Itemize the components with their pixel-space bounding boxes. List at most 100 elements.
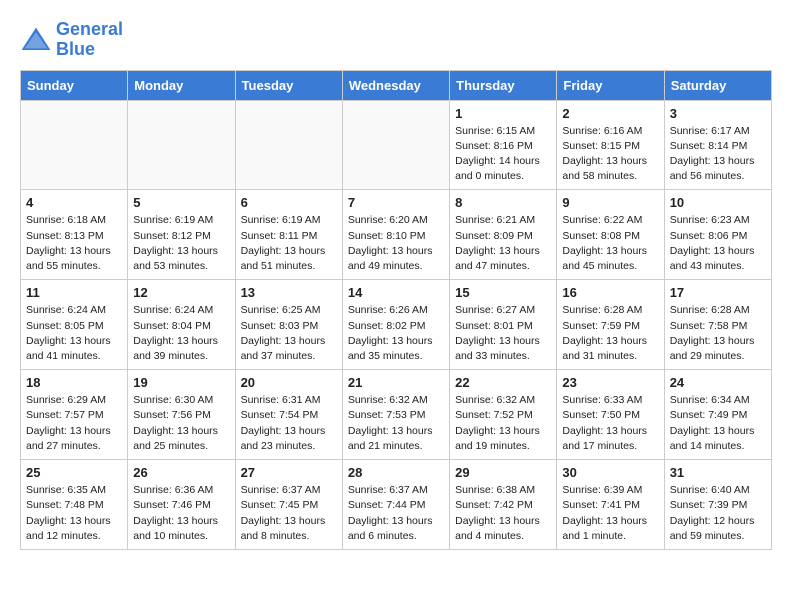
day-info: Sunrise: 6:31 AM Sunset: 7:54 PM Dayligh… — [241, 393, 337, 454]
calendar-cell: 5 Sunrise: 6:19 AM Sunset: 8:12 PM Daylig… — [128, 190, 235, 280]
day-info: Sunrise: 6:22 AM Sunset: 8:08 PM Dayligh… — [562, 213, 658, 274]
calendar-body: 1 Sunrise: 6:15 AM Sunset: 8:16 PM Daylig… — [21, 100, 772, 549]
weekday-wednesday: Wednesday — [342, 70, 449, 100]
calendar-cell: 10Sunrise: 6:23 AM Sunset: 8:06 PM Dayli… — [664, 190, 771, 280]
day-info: Sunrise: 6:17 AM Sunset: 8:14 PM Dayligh… — [670, 124, 766, 185]
day-info: Sunrise: 6:39 AM Sunset: 7:41 PM Dayligh… — [562, 483, 658, 544]
day-number: 20 — [241, 375, 337, 390]
calendar-cell: 4 Sunrise: 6:18 AM Sunset: 8:13 PM Daylig… — [21, 190, 128, 280]
calendar-cell — [128, 100, 235, 190]
day-number: 25 — [26, 465, 122, 480]
calendar-cell: 18Sunrise: 6:29 AM Sunset: 7:57 PM Dayli… — [21, 370, 128, 460]
calendar-cell: 6 Sunrise: 6:19 AM Sunset: 8:11 PM Daylig… — [235, 190, 342, 280]
weekday-saturday: Saturday — [664, 70, 771, 100]
day-info: Sunrise: 6:15 AM Sunset: 8:16 PM Dayligh… — [455, 124, 551, 185]
calendar-cell: 26Sunrise: 6:36 AM Sunset: 7:46 PM Dayli… — [128, 460, 235, 550]
day-number: 26 — [133, 465, 229, 480]
logo-icon — [20, 26, 52, 54]
calendar-cell: 7Sunrise: 6:20 AM Sunset: 8:10 PM Daylig… — [342, 190, 449, 280]
calendar-cell: 29 Sunrise: 6:38 AM Sunset: 7:42 PM Dayli… — [450, 460, 557, 550]
header: General Blue — [20, 20, 772, 60]
calendar-cell: 23Sunrise: 6:33 AM Sunset: 7:50 PM Dayli… — [557, 370, 664, 460]
day-info: Sunrise: 6:32 AM Sunset: 7:53 PM Dayligh… — [348, 393, 444, 454]
calendar-cell: 9 Sunrise: 6:22 AM Sunset: 8:08 PM Daylig… — [557, 190, 664, 280]
day-number: 10 — [670, 195, 766, 210]
calendar-cell: 17 Sunrise: 6:28 AM Sunset: 7:58 PM Dayli… — [664, 280, 771, 370]
day-number: 13 — [241, 285, 337, 300]
calendar: SundayMondayTuesdayWednesdayThursdayFrid… — [20, 70, 772, 550]
day-number: 30 — [562, 465, 658, 480]
day-info: Sunrise: 6:19 AM Sunset: 8:11 PM Dayligh… — [241, 213, 337, 274]
day-number: 22 — [455, 375, 551, 390]
calendar-cell — [235, 100, 342, 190]
day-info: Sunrise: 6:30 AM Sunset: 7:56 PM Dayligh… — [133, 393, 229, 454]
day-info: Sunrise: 6:37 AM Sunset: 7:45 PM Dayligh… — [241, 483, 337, 544]
calendar-cell: 28Sunrise: 6:37 AM Sunset: 7:44 PM Dayli… — [342, 460, 449, 550]
day-number: 19 — [133, 375, 229, 390]
day-number: 14 — [348, 285, 444, 300]
day-info: Sunrise: 6:35 AM Sunset: 7:48 PM Dayligh… — [26, 483, 122, 544]
calendar-cell: 2 Sunrise: 6:16 AM Sunset: 8:15 PM Daylig… — [557, 100, 664, 190]
calendar-week-4: 18Sunrise: 6:29 AM Sunset: 7:57 PM Dayli… — [21, 370, 772, 460]
day-info: Sunrise: 6:28 AM Sunset: 7:58 PM Dayligh… — [670, 303, 766, 364]
day-number: 9 — [562, 195, 658, 210]
day-number: 12 — [133, 285, 229, 300]
day-info: Sunrise: 6:19 AM Sunset: 8:12 PM Dayligh… — [133, 213, 229, 274]
calendar-cell: 11Sunrise: 6:24 AM Sunset: 8:05 PM Dayli… — [21, 280, 128, 370]
day-number: 4 — [26, 195, 122, 210]
calendar-cell: 22 Sunrise: 6:32 AM Sunset: 7:52 PM Dayli… — [450, 370, 557, 460]
calendar-cell: 1 Sunrise: 6:15 AM Sunset: 8:16 PM Daylig… — [450, 100, 557, 190]
day-number: 24 — [670, 375, 766, 390]
day-info: Sunrise: 6:18 AM Sunset: 8:13 PM Dayligh… — [26, 213, 122, 274]
weekday-thursday: Thursday — [450, 70, 557, 100]
day-number: 18 — [26, 375, 122, 390]
day-info: Sunrise: 6:25 AM Sunset: 8:03 PM Dayligh… — [241, 303, 337, 364]
calendar-cell: 8 Sunrise: 6:21 AM Sunset: 8:09 PM Daylig… — [450, 190, 557, 280]
weekday-sunday: Sunday — [21, 70, 128, 100]
calendar-cell: 14 Sunrise: 6:26 AM Sunset: 8:02 PM Dayli… — [342, 280, 449, 370]
day-number: 3 — [670, 106, 766, 121]
calendar-cell: 24 Sunrise: 6:34 AM Sunset: 7:49 PM Dayli… — [664, 370, 771, 460]
day-number: 17 — [670, 285, 766, 300]
day-info: Sunrise: 6:21 AM Sunset: 8:09 PM Dayligh… — [455, 213, 551, 274]
calendar-cell: 13 Sunrise: 6:25 AM Sunset: 8:03 PM Dayli… — [235, 280, 342, 370]
day-info: Sunrise: 6:37 AM Sunset: 7:44 PM Dayligh… — [348, 483, 444, 544]
day-info: Sunrise: 6:33 AM Sunset: 7:50 PM Dayligh… — [562, 393, 658, 454]
calendar-cell: 27 Sunrise: 6:37 AM Sunset: 7:45 PM Dayli… — [235, 460, 342, 550]
day-number: 2 — [562, 106, 658, 121]
day-number: 16 — [562, 285, 658, 300]
calendar-cell: 25 Sunrise: 6:35 AM Sunset: 7:48 PM Dayli… — [21, 460, 128, 550]
calendar-week-2: 4 Sunrise: 6:18 AM Sunset: 8:13 PM Daylig… — [21, 190, 772, 280]
calendar-cell — [342, 100, 449, 190]
day-info: Sunrise: 6:28 AM Sunset: 7:59 PM Dayligh… — [562, 303, 658, 364]
day-info: Sunrise: 6:34 AM Sunset: 7:49 PM Dayligh… — [670, 393, 766, 454]
day-number: 7 — [348, 195, 444, 210]
calendar-cell: 19 Sunrise: 6:30 AM Sunset: 7:56 PM Dayli… — [128, 370, 235, 460]
weekday-row: SundayMondayTuesdayWednesdayThursdayFrid… — [21, 70, 772, 100]
day-number: 21 — [348, 375, 444, 390]
day-info: Sunrise: 6:27 AM Sunset: 8:01 PM Dayligh… — [455, 303, 551, 364]
day-number: 1 — [455, 106, 551, 121]
logo-text: General Blue — [56, 20, 123, 60]
day-number: 5 — [133, 195, 229, 210]
calendar-cell: 16 Sunrise: 6:28 AM Sunset: 7:59 PM Dayli… — [557, 280, 664, 370]
day-info: Sunrise: 6:24 AM Sunset: 8:04 PM Dayligh… — [133, 303, 229, 364]
day-info: Sunrise: 6:38 AM Sunset: 7:42 PM Dayligh… — [455, 483, 551, 544]
day-info: Sunrise: 6:26 AM Sunset: 8:02 PM Dayligh… — [348, 303, 444, 364]
calendar-cell: 3 Sunrise: 6:17 AM Sunset: 8:14 PM Daylig… — [664, 100, 771, 190]
day-number: 27 — [241, 465, 337, 480]
calendar-cell: 20 Sunrise: 6:31 AM Sunset: 7:54 PM Dayli… — [235, 370, 342, 460]
day-info: Sunrise: 6:16 AM Sunset: 8:15 PM Dayligh… — [562, 124, 658, 185]
weekday-tuesday: Tuesday — [235, 70, 342, 100]
weekday-friday: Friday — [557, 70, 664, 100]
day-info: Sunrise: 6:32 AM Sunset: 7:52 PM Dayligh… — [455, 393, 551, 454]
calendar-cell: 21 Sunrise: 6:32 AM Sunset: 7:53 PM Dayli… — [342, 370, 449, 460]
day-number: 29 — [455, 465, 551, 480]
calendar-cell: 31Sunrise: 6:40 AM Sunset: 7:39 PM Dayli… — [664, 460, 771, 550]
calendar-week-5: 25 Sunrise: 6:35 AM Sunset: 7:48 PM Dayli… — [21, 460, 772, 550]
day-number: 8 — [455, 195, 551, 210]
calendar-week-1: 1 Sunrise: 6:15 AM Sunset: 8:16 PM Daylig… — [21, 100, 772, 190]
day-number: 6 — [241, 195, 337, 210]
day-number: 11 — [26, 285, 122, 300]
weekday-monday: Monday — [128, 70, 235, 100]
